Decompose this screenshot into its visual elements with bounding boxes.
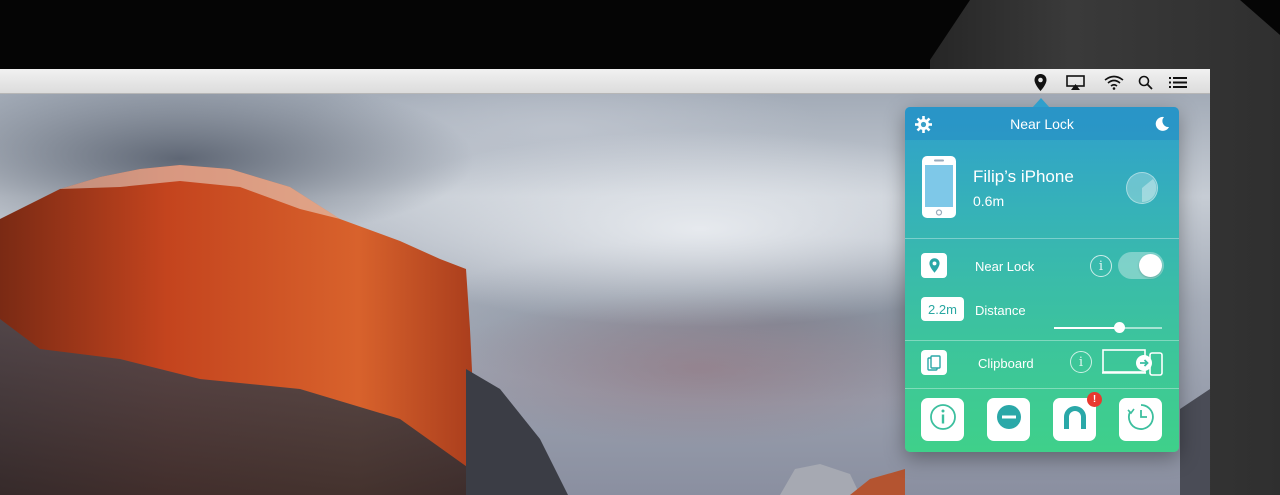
info-button[interactable] xyxy=(921,398,964,441)
divider xyxy=(905,388,1179,389)
airplay-icon[interactable] xyxy=(1065,73,1085,91)
divider xyxy=(905,340,1179,341)
iphone-icon xyxy=(921,155,957,224)
notification-center-icon[interactable] xyxy=(1168,73,1188,91)
wifi-icon[interactable] xyxy=(1104,73,1124,91)
popover-title: Near Lock xyxy=(1010,116,1074,132)
info-icon[interactable]: i xyxy=(1090,255,1112,277)
device-name: Filip’s iPhone xyxy=(973,167,1074,186)
location-pin-icon xyxy=(921,253,947,278)
popover-header: Near Lock xyxy=(905,107,1179,140)
near-lock-label: Near Lock xyxy=(975,259,1035,274)
alert-badge: ! xyxy=(1087,392,1102,407)
distance-slider[interactable] xyxy=(1054,322,1162,333)
history-button[interactable] xyxy=(1119,398,1162,441)
info-icon[interactable]: i xyxy=(1070,351,1092,373)
history-clock-icon xyxy=(1126,403,1155,436)
distance-badge: 2.2m xyxy=(921,297,964,321)
user-icon xyxy=(1061,403,1089,436)
near-lock-toggle[interactable] xyxy=(1118,252,1164,279)
device-distance: 0.6m xyxy=(973,193,1005,209)
distance-label: Distance xyxy=(975,303,1026,318)
clipboard-icon xyxy=(921,350,947,375)
clipboard-sync-icon[interactable] xyxy=(1102,347,1164,382)
clipboard-label: Clipboard xyxy=(978,356,1034,371)
minus-circle-icon xyxy=(995,403,1023,436)
slider-knob[interactable] xyxy=(1113,322,1125,333)
disable-button[interactable] xyxy=(987,398,1030,441)
divider xyxy=(905,238,1179,239)
menu-bar xyxy=(0,69,1210,94)
spotlight-search-icon[interactable] xyxy=(1135,73,1155,91)
info-icon xyxy=(929,403,957,436)
location-pin-icon[interactable] xyxy=(1030,73,1050,91)
user-button[interactable]: ! xyxy=(1053,392,1102,441)
moon-icon[interactable] xyxy=(1152,114,1172,134)
near-lock-popover: Near Lock Filip’s iPhone 0.6m Near Lock … xyxy=(905,98,1179,452)
toggle-knob xyxy=(1139,254,1162,277)
desktop-screen: Near Lock Filip’s iPhone 0.6m Near Lock … xyxy=(0,69,1210,495)
signal-strength-icon xyxy=(1126,172,1158,204)
slider-fill xyxy=(1054,327,1119,329)
